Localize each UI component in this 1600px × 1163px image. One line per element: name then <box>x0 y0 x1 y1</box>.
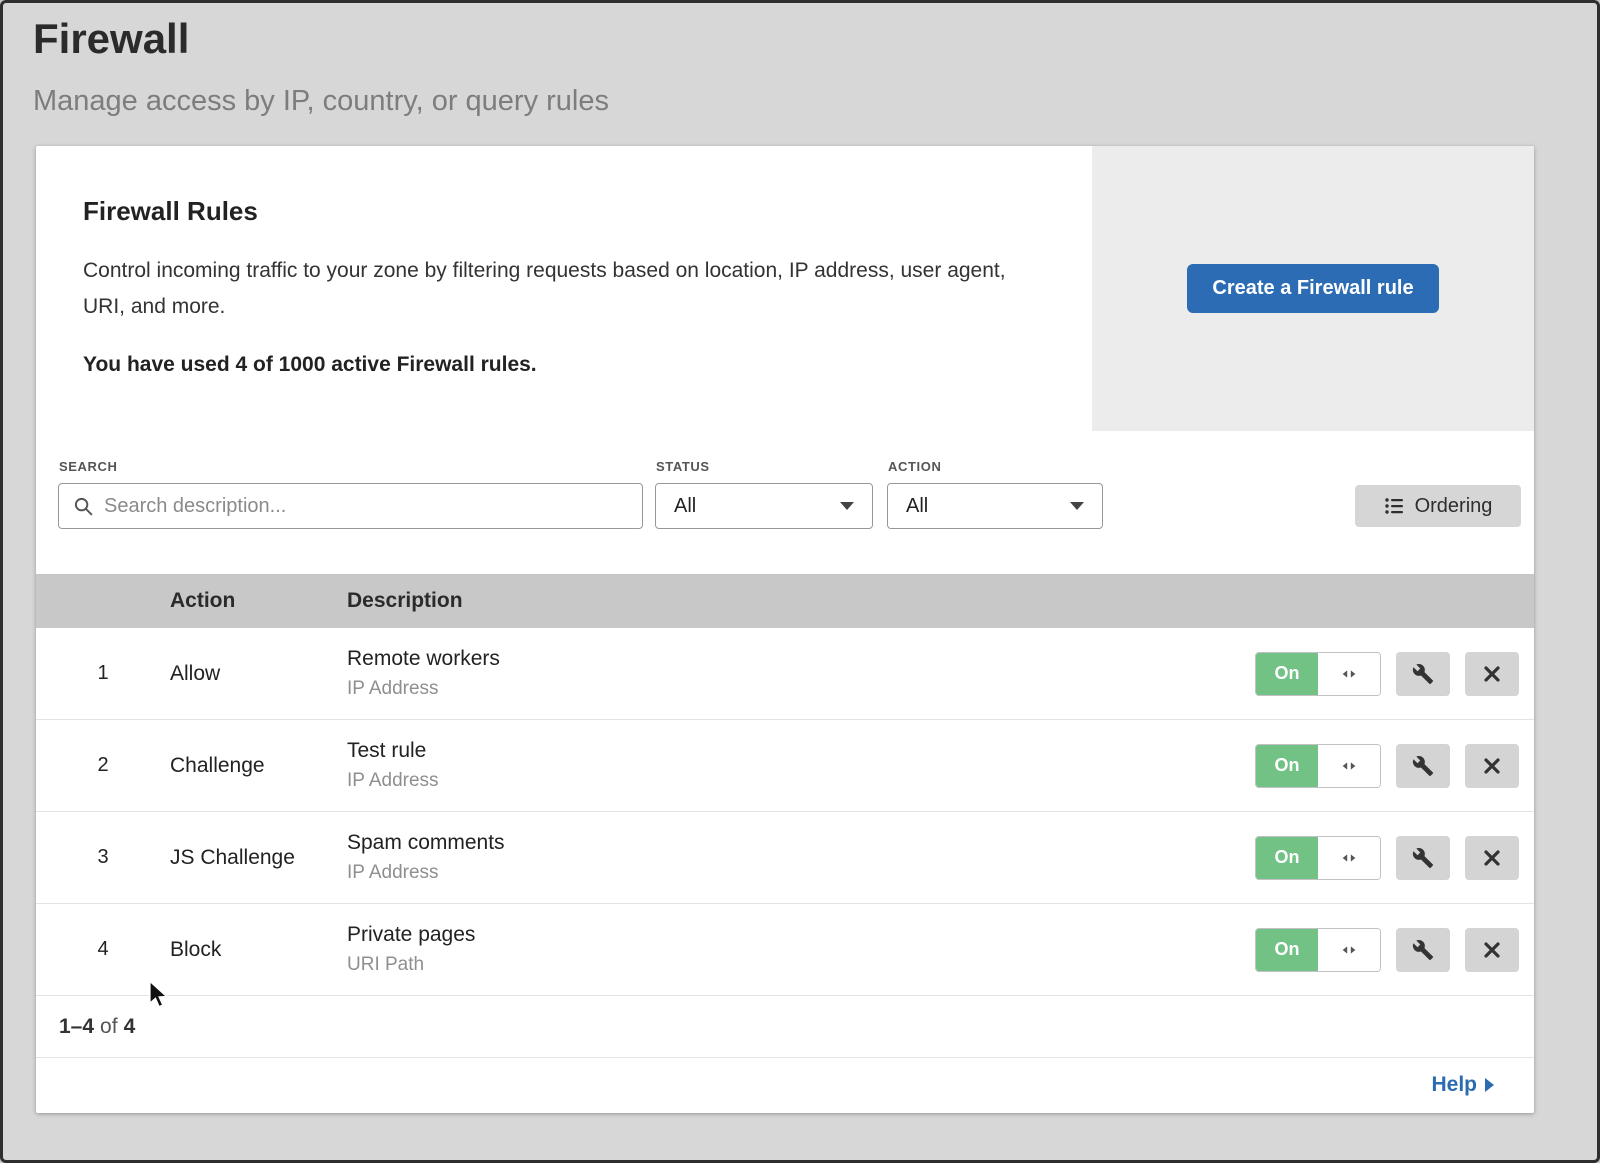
intro-text-block: Firewall Rules Control incoming traffic … <box>36 146 1092 431</box>
rule-enabled-toggle[interactable]: On <box>1255 652 1381 696</box>
edit-rule-button[interactable] <box>1396 652 1450 696</box>
action-label: ACTION <box>888 459 941 474</box>
rule-action: Block <box>170 938 347 962</box>
rule-description: Spam comments <box>347 831 1255 855</box>
firewall-page: Firewall Manage access by IP, country, o… <box>0 0 1600 1163</box>
toggle-handle-icon[interactable] <box>1318 837 1380 879</box>
toggle-state-label[interactable]: On <box>1256 653 1318 695</box>
delete-rule-button[interactable] <box>1465 928 1519 972</box>
wrench-icon <box>1412 847 1434 869</box>
rule-controls: On <box>1255 836 1534 880</box>
table-row: 1 Allow Remote workers IP Address On <box>36 628 1534 720</box>
page-header: Firewall Manage access by IP, country, o… <box>3 3 1597 118</box>
status-label: STATUS <box>656 459 710 474</box>
intro-section: Firewall Rules Control incoming traffic … <box>36 146 1534 431</box>
action-select[interactable]: All <box>887 483 1103 529</box>
delete-rule-button[interactable] <box>1465 744 1519 788</box>
help-link-label: Help <box>1431 1073 1477 1097</box>
ordering-button[interactable]: Ordering <box>1355 485 1521 527</box>
edit-rule-button[interactable] <box>1396 928 1450 972</box>
page-range-of: of <box>100 1015 118 1039</box>
rule-controls: On <box>1255 928 1534 972</box>
section-heading: Firewall Rules <box>83 196 1032 227</box>
ordering-list-icon <box>1384 496 1404 516</box>
rule-field-type: IP Address <box>347 770 1255 792</box>
ordering-button-label: Ordering <box>1415 495 1493 518</box>
rule-number: 1 <box>36 662 170 685</box>
wrench-icon <box>1412 755 1434 777</box>
chevron-down-icon <box>840 502 854 510</box>
arrow-right-icon <box>1485 1078 1494 1092</box>
chevron-down-icon <box>1070 502 1084 510</box>
wrench-icon <box>1412 939 1434 961</box>
rule-action: Allow <box>170 662 347 686</box>
x-icon <box>1482 940 1502 960</box>
filters-bar: SEARCH STATUS ACTION All All <box>36 431 1534 574</box>
table-header: Action Description <box>36 574 1534 628</box>
page-title: Firewall <box>33 15 1597 63</box>
table-row: 3 JS Challenge Spam comments IP Address … <box>36 812 1534 904</box>
search-label: SEARCH <box>59 459 118 474</box>
action-selected-value: All <box>906 495 928 518</box>
rule-field-type: URI Path <box>347 954 1255 976</box>
pagination-summary: 1–4 of 4 <box>36 996 1534 1058</box>
edit-rule-button[interactable] <box>1396 836 1450 880</box>
toggle-handle-icon[interactable] <box>1318 745 1380 787</box>
table-row: 4 Block Private pages URI Path On <box>36 904 1534 996</box>
toggle-handle-icon[interactable] <box>1318 653 1380 695</box>
x-icon <box>1482 756 1502 776</box>
search-icon <box>73 496 94 517</box>
edit-rule-button[interactable] <box>1396 744 1450 788</box>
rule-enabled-toggle[interactable]: On <box>1255 928 1381 972</box>
rule-description-cell: Remote workers IP Address <box>347 647 1255 700</box>
delete-rule-button[interactable] <box>1465 652 1519 696</box>
rule-number: 2 <box>36 754 170 777</box>
rule-field-type: IP Address <box>347 678 1255 700</box>
rule-description: Remote workers <box>347 647 1255 671</box>
table-row: 2 Challenge Test rule IP Address On <box>36 720 1534 812</box>
rule-description-cell: Private pages URI Path <box>347 923 1255 976</box>
rule-number: 4 <box>36 938 170 961</box>
help-link[interactable]: Help <box>1431 1073 1494 1097</box>
help-row: Help <box>36 1058 1534 1112</box>
toggle-state-label[interactable]: On <box>1256 745 1318 787</box>
rule-controls: On <box>1255 652 1534 696</box>
rule-enabled-toggle[interactable]: On <box>1255 744 1381 788</box>
rule-description: Private pages <box>347 923 1255 947</box>
delete-rule-button[interactable] <box>1465 836 1519 880</box>
rule-description: Test rule <box>347 739 1255 763</box>
toggle-state-label[interactable]: On <box>1256 929 1318 971</box>
rule-description-cell: Test rule IP Address <box>347 739 1255 792</box>
rule-number: 3 <box>36 846 170 869</box>
search-box[interactable] <box>58 483 643 529</box>
description-column-header: Description <box>347 589 1534 613</box>
rule-description-cell: Spam comments IP Address <box>347 831 1255 884</box>
toggle-handle-icon[interactable] <box>1318 929 1380 971</box>
create-firewall-rule-button[interactable]: Create a Firewall rule <box>1187 264 1438 313</box>
x-icon <box>1482 848 1502 868</box>
action-column-header: Action <box>170 589 347 613</box>
usage-summary: You have used 4 of 1000 active Firewall … <box>83 353 1032 377</box>
rule-enabled-toggle[interactable]: On <box>1255 836 1381 880</box>
section-description: Control incoming traffic to your zone by… <box>83 253 1032 325</box>
rule-field-type: IP Address <box>347 862 1255 884</box>
status-selected-value: All <box>674 495 696 518</box>
page-range: 1–4 <box>59 1015 94 1039</box>
page-subtitle: Manage access by IP, country, or query r… <box>33 85 1597 118</box>
toggle-state-label[interactable]: On <box>1256 837 1318 879</box>
status-select[interactable]: All <box>655 483 873 529</box>
page-total: 4 <box>124 1015 136 1039</box>
rule-action: Challenge <box>170 754 347 778</box>
wrench-icon <box>1412 663 1434 685</box>
search-input[interactable] <box>104 495 630 518</box>
rule-action: JS Challenge <box>170 846 347 870</box>
rule-controls: On <box>1255 744 1534 788</box>
create-rule-panel: Create a Firewall rule <box>1092 146 1534 431</box>
x-icon <box>1482 664 1502 684</box>
firewall-rules-card: Firewall Rules Control incoming traffic … <box>36 146 1534 1113</box>
